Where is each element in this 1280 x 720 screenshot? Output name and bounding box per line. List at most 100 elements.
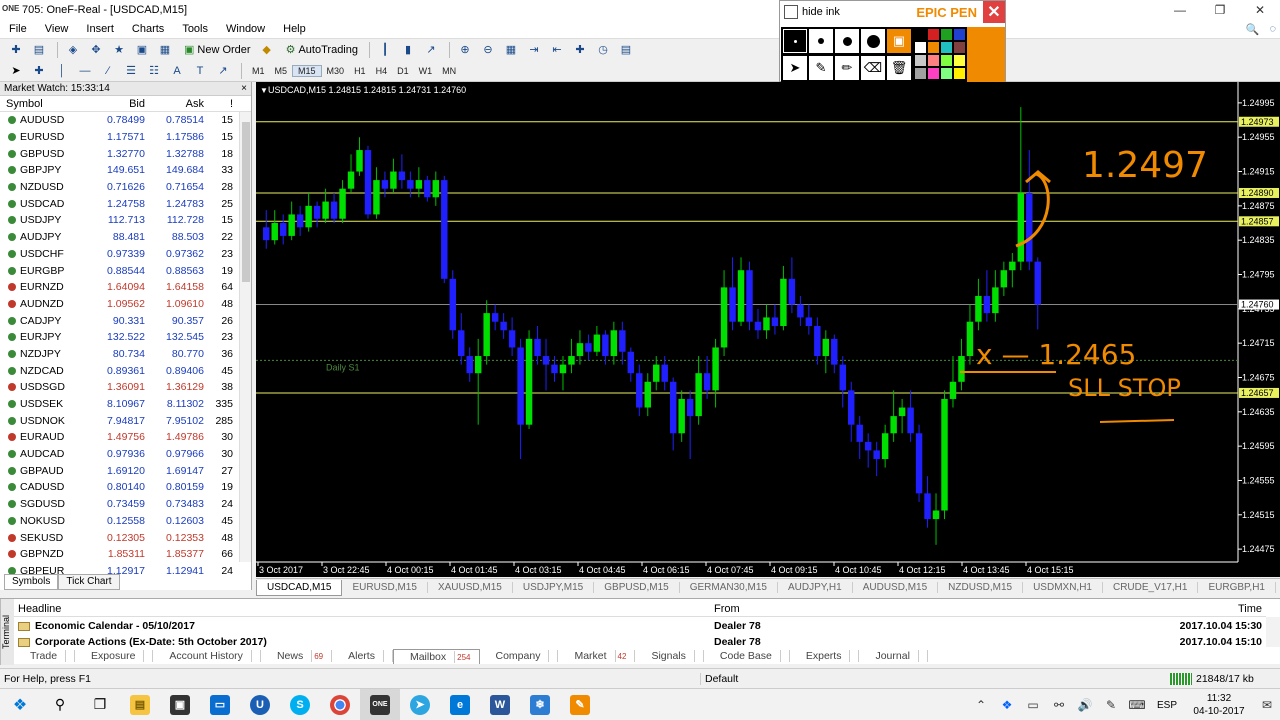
dropbox-icon[interactable]: ❖: [994, 698, 1020, 712]
new-order-button[interactable]: ▣ New Order: [178, 41, 257, 59]
tester-icon[interactable]: ▦: [155, 41, 175, 59]
terminal-scrollbar[interactable]: [1266, 617, 1280, 647]
bar-chart-icon[interactable]: ┃: [375, 41, 395, 59]
volume-icon[interactable]: 🔊: [1072, 698, 1098, 712]
color-swatch[interactable]: [928, 29, 939, 40]
highlighter-tool-icon[interactable]: ✏: [835, 56, 859, 80]
label-icon[interactable]: T: [190, 62, 210, 80]
channel-icon[interactable]: ☰: [121, 62, 141, 80]
chart-tab[interactable]: EURUSD,M15: [342, 582, 428, 593]
windows-start-icon[interactable]: ❖: [0, 689, 40, 720]
chart-canvas[interactable]: USDCAD,M15 1.24815 1.24815 1.24731 1.247…: [256, 82, 1280, 577]
color-swatch[interactable]: [915, 29, 926, 40]
symbol-row[interactable]: EURNZD 1.64094 1.64158 64: [0, 279, 251, 296]
symbol-column-header[interactable]: Symbol: [0, 98, 88, 110]
pen-workspace-icon[interactable]: ✎: [1098, 698, 1124, 712]
symbol-row[interactable]: AUDNZD 1.09562 1.09610 48: [0, 296, 251, 313]
spread-column-header[interactable]: !: [207, 98, 237, 110]
new-chart-icon[interactable]: ✚: [6, 41, 26, 59]
autotrading-button[interactable]: ⚙ AutoTrading: [280, 41, 364, 59]
eraser-tool-icon[interactable]: ⌫: [861, 56, 885, 80]
symbol-row[interactable]: NZDJPY 80.734 80.770 36: [0, 346, 251, 363]
terminal-tab[interactable]: Trade: [14, 650, 76, 662]
tab-tick-chart[interactable]: Tick Chart: [58, 574, 120, 590]
menu-help[interactable]: Help: [274, 23, 315, 35]
symbol-row[interactable]: USDCHF 0.97339 0.97362 23: [0, 246, 251, 263]
line-chart-icon[interactable]: ↗: [421, 41, 441, 59]
keyboard-icon[interactable]: ⌨: [1124, 698, 1150, 712]
symbol-row[interactable]: EURGBP 0.88544 0.88563 19: [0, 262, 251, 279]
search-icon[interactable]: ⚲: [40, 689, 80, 720]
color-swatch[interactable]: [941, 42, 952, 53]
color-swatch[interactable]: [928, 55, 939, 66]
chart-tab[interactable]: CRUDE_V17,H1: [1103, 582, 1199, 593]
terminal-tab[interactable]: Exposure: [75, 650, 154, 662]
symbol-row[interactable]: EURUSD 1.17571 1.17586 15: [0, 129, 251, 146]
symbol-row[interactable]: AUDJPY 88.481 88.503 22: [0, 229, 251, 246]
chevron-up-icon[interactable]: ⌃: [968, 698, 994, 712]
color-swatch[interactable]: [915, 68, 926, 79]
symbol-row[interactable]: SEKUSD 0.12305 0.12353 48: [0, 529, 251, 546]
from-column-header[interactable]: From: [710, 603, 1150, 615]
symbol-row[interactable]: USDJPY 112.713 112.728 15: [0, 212, 251, 229]
symbol-row[interactable]: USDCAD 1.24758 1.24783 25: [0, 195, 251, 212]
terminal-tab[interactable]: Journal: [859, 650, 928, 662]
xlarge-brush-icon[interactable]: [861, 29, 885, 53]
store-icon[interactable]: ▣: [160, 689, 200, 720]
terminal-tab[interactable]: News 69: [261, 650, 333, 662]
restore-button[interactable]: ❐: [1200, 0, 1240, 20]
timeframe-m1[interactable]: M1: [247, 66, 270, 76]
candlestick-icon[interactable]: ▮: [398, 41, 418, 59]
symbol-row[interactable]: NZDCAD 0.89361 0.89406 45: [0, 362, 251, 379]
symbol-row[interactable]: AUDUSD 0.78499 0.78514 15: [0, 112, 251, 129]
mail-row[interactable]: Economic Calendar - 05/10/2017 Dealer 78 2…: [14, 618, 1266, 634]
epic-pen-app-icon[interactable]: ✎: [560, 689, 600, 720]
market-watch-scrollbar[interactable]: [239, 112, 251, 562]
symbol-row[interactable]: GBPUSD 1.32770 1.32788 18: [0, 145, 251, 162]
large-brush-icon[interactable]: [835, 29, 859, 53]
symbol-row[interactable]: NZDUSD 0.71626 0.71654 28: [0, 179, 251, 196]
navigator-icon[interactable]: ★: [109, 41, 129, 59]
symbol-row[interactable]: CADUSD 0.80140 0.80159 19: [0, 479, 251, 496]
minimize-button[interactable]: —: [1160, 0, 1200, 20]
notification-icon[interactable]: ✉: [1254, 698, 1280, 712]
metatrader-icon[interactable]: ONE: [360, 688, 400, 720]
menu-insert[interactable]: Insert: [77, 23, 123, 35]
cursor-icon[interactable]: ➤: [6, 62, 26, 80]
time-column-header[interactable]: Time: [1150, 603, 1266, 615]
terminal-tab[interactable]: Company: [480, 650, 559, 662]
terminal-icon[interactable]: ▣: [132, 41, 152, 59]
chart-tab[interactable]: NZDUSD,M15: [938, 582, 1024, 593]
horizontal-line-icon[interactable]: —: [75, 62, 95, 80]
color-swatch[interactable]: [954, 68, 965, 79]
headline-column-header[interactable]: Headline: [14, 603, 710, 615]
bid-column-header[interactable]: Bid: [88, 98, 148, 110]
trash-icon[interactable]: 🗑: [887, 56, 911, 80]
profiles-icon[interactable]: ▤: [29, 41, 49, 59]
timeframe-m30[interactable]: M30: [322, 66, 350, 76]
symbol-row[interactable]: EURJPY 132.522 132.545 23: [0, 329, 251, 346]
symbol-row[interactable]: EURAUD 1.49756 1.49786 30: [0, 429, 251, 446]
edge-icon[interactable]: e: [440, 689, 480, 720]
symbol-row[interactable]: GBPNZD 1.85311 1.85377 66: [0, 546, 251, 563]
menu-view[interactable]: View: [36, 23, 78, 35]
small-brush-icon[interactable]: [783, 29, 807, 53]
timeframe-m15[interactable]: M15: [292, 64, 322, 77]
autoscroll-icon[interactable]: ⇥: [524, 41, 544, 59]
chart-tab[interactable]: GBPUSD,M15: [594, 582, 680, 593]
market-watch-close-icon[interactable]: ×: [241, 83, 247, 94]
task-view-icon[interactable]: ❐: [80, 689, 120, 720]
color-swatch[interactable]: [941, 29, 952, 40]
market-watch-icon[interactable]: ◈: [63, 41, 83, 59]
terminal-tab[interactable]: Mailbox 254: [392, 648, 480, 664]
timeframe-d1[interactable]: D1: [392, 66, 414, 76]
trendline-icon[interactable]: ∕: [98, 62, 118, 80]
language-indicator[interactable]: ESP: [1150, 700, 1184, 711]
vertical-line-icon[interactable]: │: [52, 62, 72, 80]
symbol-row[interactable]: USDSEK 8.10967 8.11302 335: [0, 396, 251, 413]
symbol-row[interactable]: GBPJPY 149.651 149.684 33: [0, 162, 251, 179]
terminal-tab[interactable]: Market 42: [558, 650, 636, 662]
arrows-icon[interactable]: ↗: [213, 62, 233, 80]
medium-brush-icon[interactable]: [809, 29, 833, 53]
screen-icon[interactable]: ▭: [200, 689, 240, 720]
